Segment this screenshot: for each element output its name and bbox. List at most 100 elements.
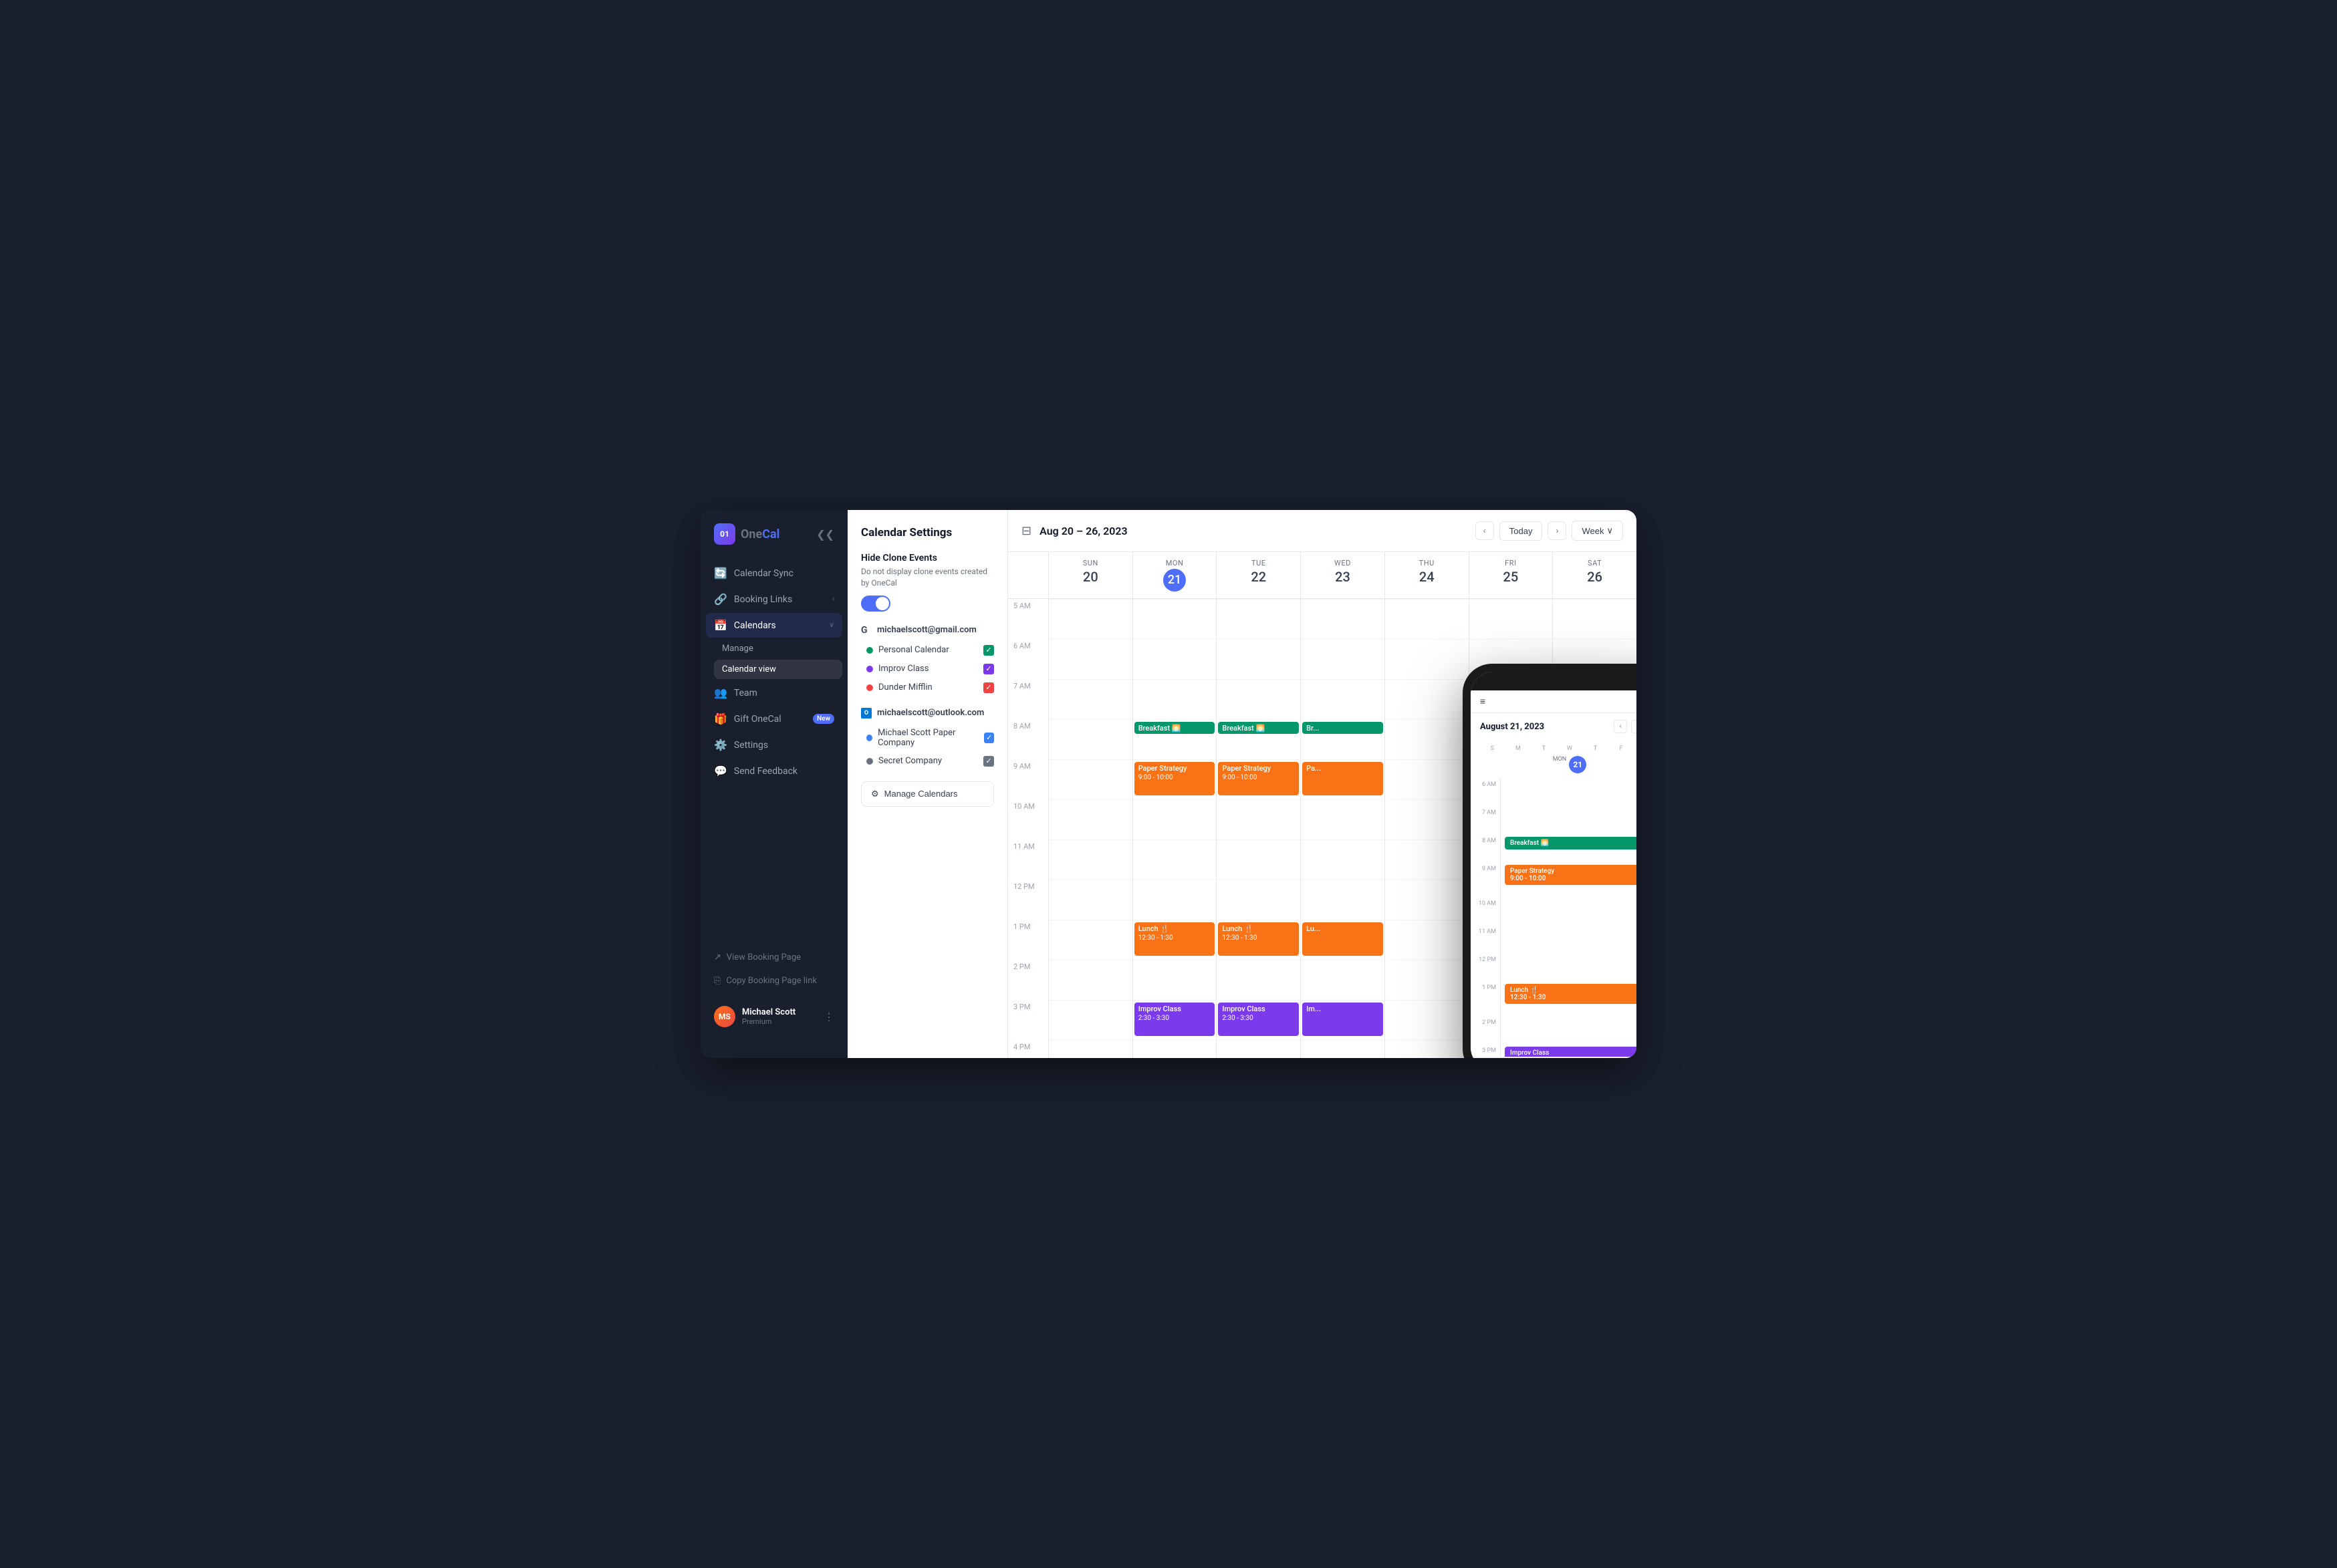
cal-cell[interactable]: [1048, 679, 1132, 719]
cal-cell[interactable]: [1132, 839, 1217, 880]
copy-booking-link[interactable]: ⎘ Copy Booking Page link: [706, 970, 842, 991]
cal-cell[interactable]: [1384, 880, 1469, 920]
cal-cell[interactable]: [1384, 799, 1469, 839]
cal-cell[interactable]: Breakfast 🌅: [1132, 719, 1217, 759]
cal-cell[interactable]: [1216, 599, 1300, 639]
cal-cell[interactable]: Im...: [1300, 1000, 1384, 1040]
cal-cell[interactable]: [1384, 960, 1469, 1000]
calendar-event[interactable]: Im...: [1302, 1003, 1383, 1036]
sidebar-item-booking-links[interactable]: 🔗 Booking Links ›: [706, 587, 842, 612]
sidebar-collapse-button[interactable]: ❮❮: [816, 528, 834, 541]
cal-cell[interactable]: [1132, 1040, 1217, 1058]
calendar-event[interactable]: Improv Class2:30 - 3:30: [1218, 1003, 1299, 1036]
cal-cell[interactable]: [1469, 799, 1553, 839]
week-selector-button[interactable]: Week ∨: [1572, 521, 1623, 541]
cal-cell[interactable]: [1048, 880, 1132, 920]
hide-clone-toggle[interactable]: [861, 596, 890, 612]
cal-cell[interactable]: [1300, 679, 1384, 719]
cal-cell[interactable]: [1132, 799, 1217, 839]
secret-company-checkbox[interactable]: ✓: [983, 756, 994, 767]
cal-cell[interactable]: [1048, 1000, 1132, 1040]
sidebar-item-calendar-view[interactable]: Calendar view: [714, 660, 842, 679]
cal-cell[interactable]: [1469, 719, 1553, 759]
cal-cell[interactable]: [1132, 960, 1217, 1000]
cal-cell[interactable]: [1469, 920, 1553, 960]
cal-cell[interactable]: [1384, 1040, 1469, 1058]
sidebar-item-gift[interactable]: 🎁 Gift OneCal New: [706, 706, 842, 731]
cal-cell[interactable]: [1469, 639, 1553, 679]
cal-cell[interactable]: [1216, 960, 1300, 1000]
cal-cell[interactable]: Lunch 🍴12:30 - 1:30: [1132, 920, 1217, 960]
cal-cell[interactable]: [1384, 639, 1469, 679]
cal-cell[interactable]: [1048, 759, 1132, 799]
calendar-event[interactable]: Br...: [1302, 722, 1383, 734]
cal-cell[interactable]: [1048, 1040, 1132, 1058]
cal-cell[interactable]: [1469, 1000, 1553, 1040]
cal-cell[interactable]: [1552, 839, 1636, 880]
calendar-event[interactable]: Lunch 🍴12:30 - 1:30: [1218, 922, 1299, 956]
cal-cell[interactable]: [1048, 799, 1132, 839]
cal-cell[interactable]: [1132, 880, 1217, 920]
improv-class-checkbox[interactable]: ✓: [983, 664, 994, 674]
cal-cell[interactable]: Paper Strategy9:00 - 10:00: [1216, 759, 1300, 799]
cal-cell[interactable]: [1300, 799, 1384, 839]
cal-cell[interactable]: [1552, 679, 1636, 719]
cal-cell[interactable]: [1384, 679, 1469, 719]
cal-cell[interactable]: [1552, 799, 1636, 839]
cal-cell[interactable]: [1048, 839, 1132, 880]
sidebar-item-calendars[interactable]: 📅 Calendars ∨: [706, 613, 842, 638]
cal-cell[interactable]: [1469, 1040, 1553, 1058]
cal-cell[interactable]: [1216, 880, 1300, 920]
cal-cell[interactable]: [1552, 1000, 1636, 1040]
cal-cell[interactable]: [1384, 719, 1469, 759]
cal-cell[interactable]: Paper Strategy9:00 - 10:00: [1132, 759, 1217, 799]
cal-cell[interactable]: [1132, 599, 1217, 639]
cal-cell[interactable]: [1384, 599, 1469, 639]
cal-cell[interactable]: [1384, 759, 1469, 799]
cal-cell[interactable]: [1216, 799, 1300, 839]
cal-cell[interactable]: [1552, 920, 1636, 960]
sidebar-item-settings[interactable]: ⚙️ Settings: [706, 733, 842, 757]
cal-cell[interactable]: [1469, 960, 1553, 1000]
sidebar-item-team[interactable]: 👥 Team: [706, 680, 842, 705]
cal-cell[interactable]: Improv Class2:30 - 3:30: [1132, 1000, 1217, 1040]
sidebar-item-feedback[interactable]: 💬 Send Feedback: [706, 759, 842, 783]
calendar-event[interactable]: Lunch 🍴12:30 - 1:30: [1134, 922, 1215, 956]
next-week-button[interactable]: ›: [1548, 521, 1566, 540]
calendar-event[interactable]: Lu...: [1302, 922, 1383, 956]
cal-cell[interactable]: Lu...: [1300, 920, 1384, 960]
cal-cell[interactable]: [1048, 719, 1132, 759]
calendar-event[interactable]: Pa...: [1302, 762, 1383, 795]
cal-cell[interactable]: [1300, 839, 1384, 880]
cal-cell[interactable]: [1469, 839, 1553, 880]
view-booking-page-link[interactable]: ↗ View Booking Page: [706, 947, 842, 968]
cal-cell[interactable]: [1469, 880, 1553, 920]
cal-cell[interactable]: [1384, 1000, 1469, 1040]
cal-cell[interactable]: Br...: [1300, 719, 1384, 759]
manage-calendars-button[interactable]: ⚙ Manage Calendars: [861, 781, 994, 807]
cal-cell[interactable]: [1048, 920, 1132, 960]
cal-cell[interactable]: [1300, 960, 1384, 1000]
cal-cell[interactable]: Lunch 🍴12:30 - 1:30: [1216, 920, 1300, 960]
prev-week-button[interactable]: ‹: [1475, 521, 1494, 540]
sidebar-item-calendar-sync[interactable]: 🔄 Calendar Sync: [706, 561, 842, 585]
cal-cell[interactable]: Breakfast 🌅: [1216, 719, 1300, 759]
cal-cell[interactable]: [1048, 599, 1132, 639]
cal-cell[interactable]: [1300, 599, 1384, 639]
cal-cell[interactable]: [1300, 880, 1384, 920]
cal-cell[interactable]: [1300, 639, 1384, 679]
cal-cell[interactable]: [1552, 719, 1636, 759]
calendar-event[interactable]: Paper Strategy9:00 - 10:00: [1134, 762, 1215, 795]
calendar-event[interactable]: Breakfast 🌅: [1218, 722, 1299, 734]
cal-cell[interactable]: [1469, 759, 1553, 799]
personal-calendar-checkbox[interactable]: ✓: [983, 645, 994, 656]
sidebar-item-manage[interactable]: Manage: [714, 639, 842, 658]
cal-cell[interactable]: [1132, 679, 1217, 719]
calendar-event[interactable]: Paper Strategy9:00 - 10:00: [1218, 762, 1299, 795]
sidebar-toggle-icon[interactable]: ⊟: [1021, 524, 1031, 538]
cal-cell[interactable]: [1552, 880, 1636, 920]
cal-cell[interactable]: [1216, 679, 1300, 719]
cal-cell[interactable]: [1552, 1040, 1636, 1058]
cal-cell[interactable]: Pa...: [1300, 759, 1384, 799]
cal-cell[interactable]: [1216, 839, 1300, 880]
